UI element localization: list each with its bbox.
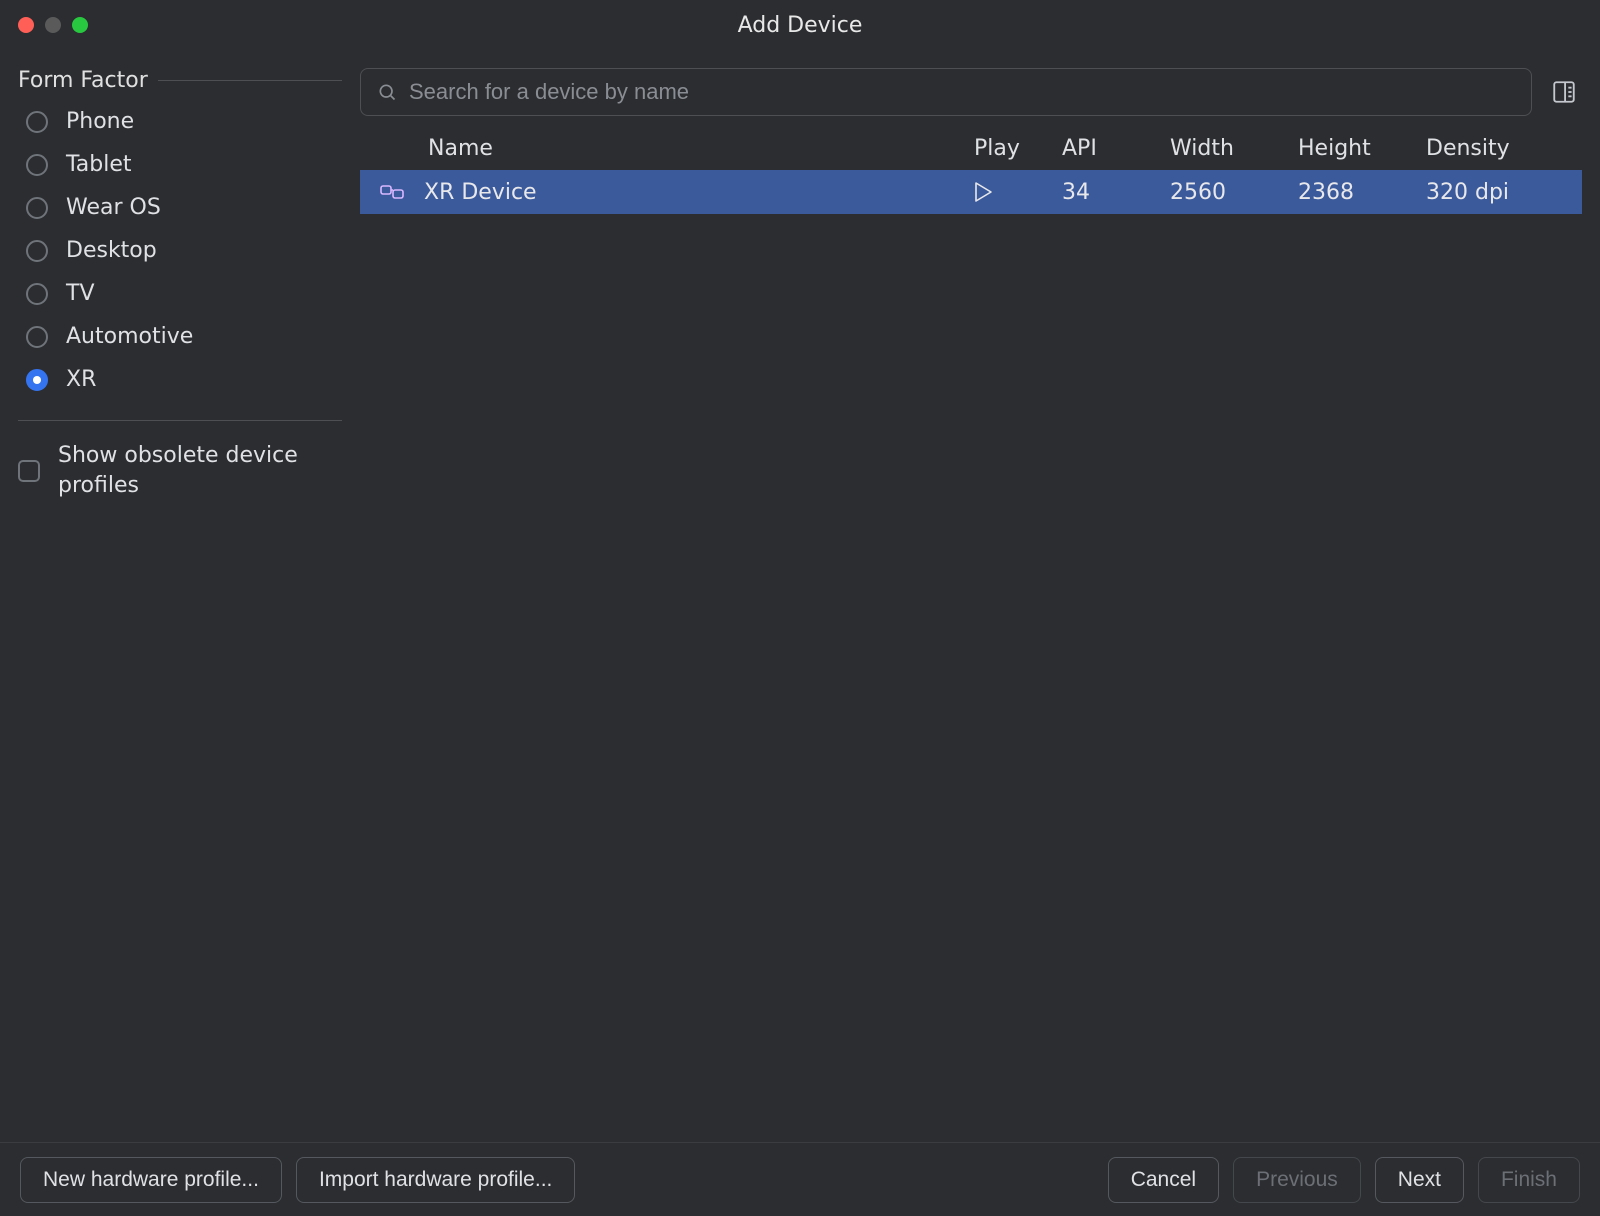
details-panel-icon [1551,79,1577,105]
table-row[interactable]: XR Device 34 2560 2368 320 dpi [360,170,1582,214]
show-obsolete-checkbox[interactable]: Show obsolete device profiles [18,441,342,500]
maximize-window-button[interactable] [72,17,88,33]
minimize-window-button[interactable] [45,17,61,33]
form-factor-radio-automotive[interactable]: Automotive [26,324,342,349]
footer-bar: New hardware profile... Import hardware … [0,1142,1600,1216]
form-factor-radio-tablet[interactable]: Tablet [26,152,342,177]
divider [18,420,342,421]
previous-button[interactable]: Previous [1233,1157,1361,1203]
column-name[interactable]: Name [424,136,966,161]
device-density: 320 dpi [1426,180,1566,205]
radio-label: Tablet [66,152,132,177]
radio-label: Wear OS [66,195,161,220]
checkbox-box-icon [18,460,40,482]
radio-label: Desktop [66,238,157,263]
search-field-wrapper[interactable] [360,68,1532,116]
column-height[interactable]: Height [1298,136,1418,161]
radio-label: Phone [66,109,134,134]
finish-button[interactable]: Finish [1478,1157,1580,1203]
device-height: 2368 [1298,180,1418,205]
window-title: Add Device [0,13,1600,38]
device-name: XR Device [424,180,966,205]
next-button[interactable]: Next [1375,1157,1464,1203]
form-factor-radio-phone[interactable]: Phone [26,109,342,134]
form-factor-radio-xr[interactable]: XR [26,367,342,392]
form-factor-radio-desktop[interactable]: Desktop [26,238,342,263]
radio-label: XR [66,367,96,392]
cancel-button[interactable]: Cancel [1108,1157,1219,1203]
form-factor-radio-wear-os[interactable]: Wear OS [26,195,342,220]
column-density[interactable]: Density [1426,136,1566,161]
radio-label: Automotive [66,324,193,349]
search-icon [377,82,397,102]
window-controls [18,17,88,33]
radio-icon [26,197,48,219]
new-hardware-profile-button[interactable]: New hardware profile... [20,1157,282,1203]
close-window-button[interactable] [18,17,34,33]
table-header-row: Name Play API Width Height Density [360,126,1582,170]
radio-icon [26,111,48,133]
column-width[interactable]: Width [1170,136,1290,161]
sidebar: Form Factor Phone Tablet Wear OS Desktop TV A… [0,50,360,1142]
column-play[interactable]: Play [974,136,1054,161]
show-obsolete-label: Show obsolete device profiles [58,441,342,500]
radio-icon [26,369,48,391]
device-width: 2560 [1170,180,1290,205]
device-table: Name Play API Width Height Density XR De… [360,126,1582,1142]
content-panel: Name Play API Width Height Density XR De… [360,50,1600,1142]
radio-icon [26,154,48,176]
search-input[interactable] [409,79,1515,105]
form-factor-radio-tv[interactable]: TV [26,281,342,306]
column-api[interactable]: API [1062,136,1162,161]
import-hardware-profile-button[interactable]: Import hardware profile... [296,1157,575,1203]
device-api: 34 [1062,180,1162,205]
play-store-icon [974,181,1054,203]
radio-icon [26,240,48,262]
divider [158,80,342,81]
radio-label: TV [66,281,95,306]
form-factor-heading: Form Factor [18,68,148,93]
title-bar: Add Device [0,0,1600,50]
radio-icon [26,283,48,305]
radio-icon [26,326,48,348]
xr-device-icon [368,182,416,202]
details-panel-toggle[interactable] [1546,74,1582,110]
